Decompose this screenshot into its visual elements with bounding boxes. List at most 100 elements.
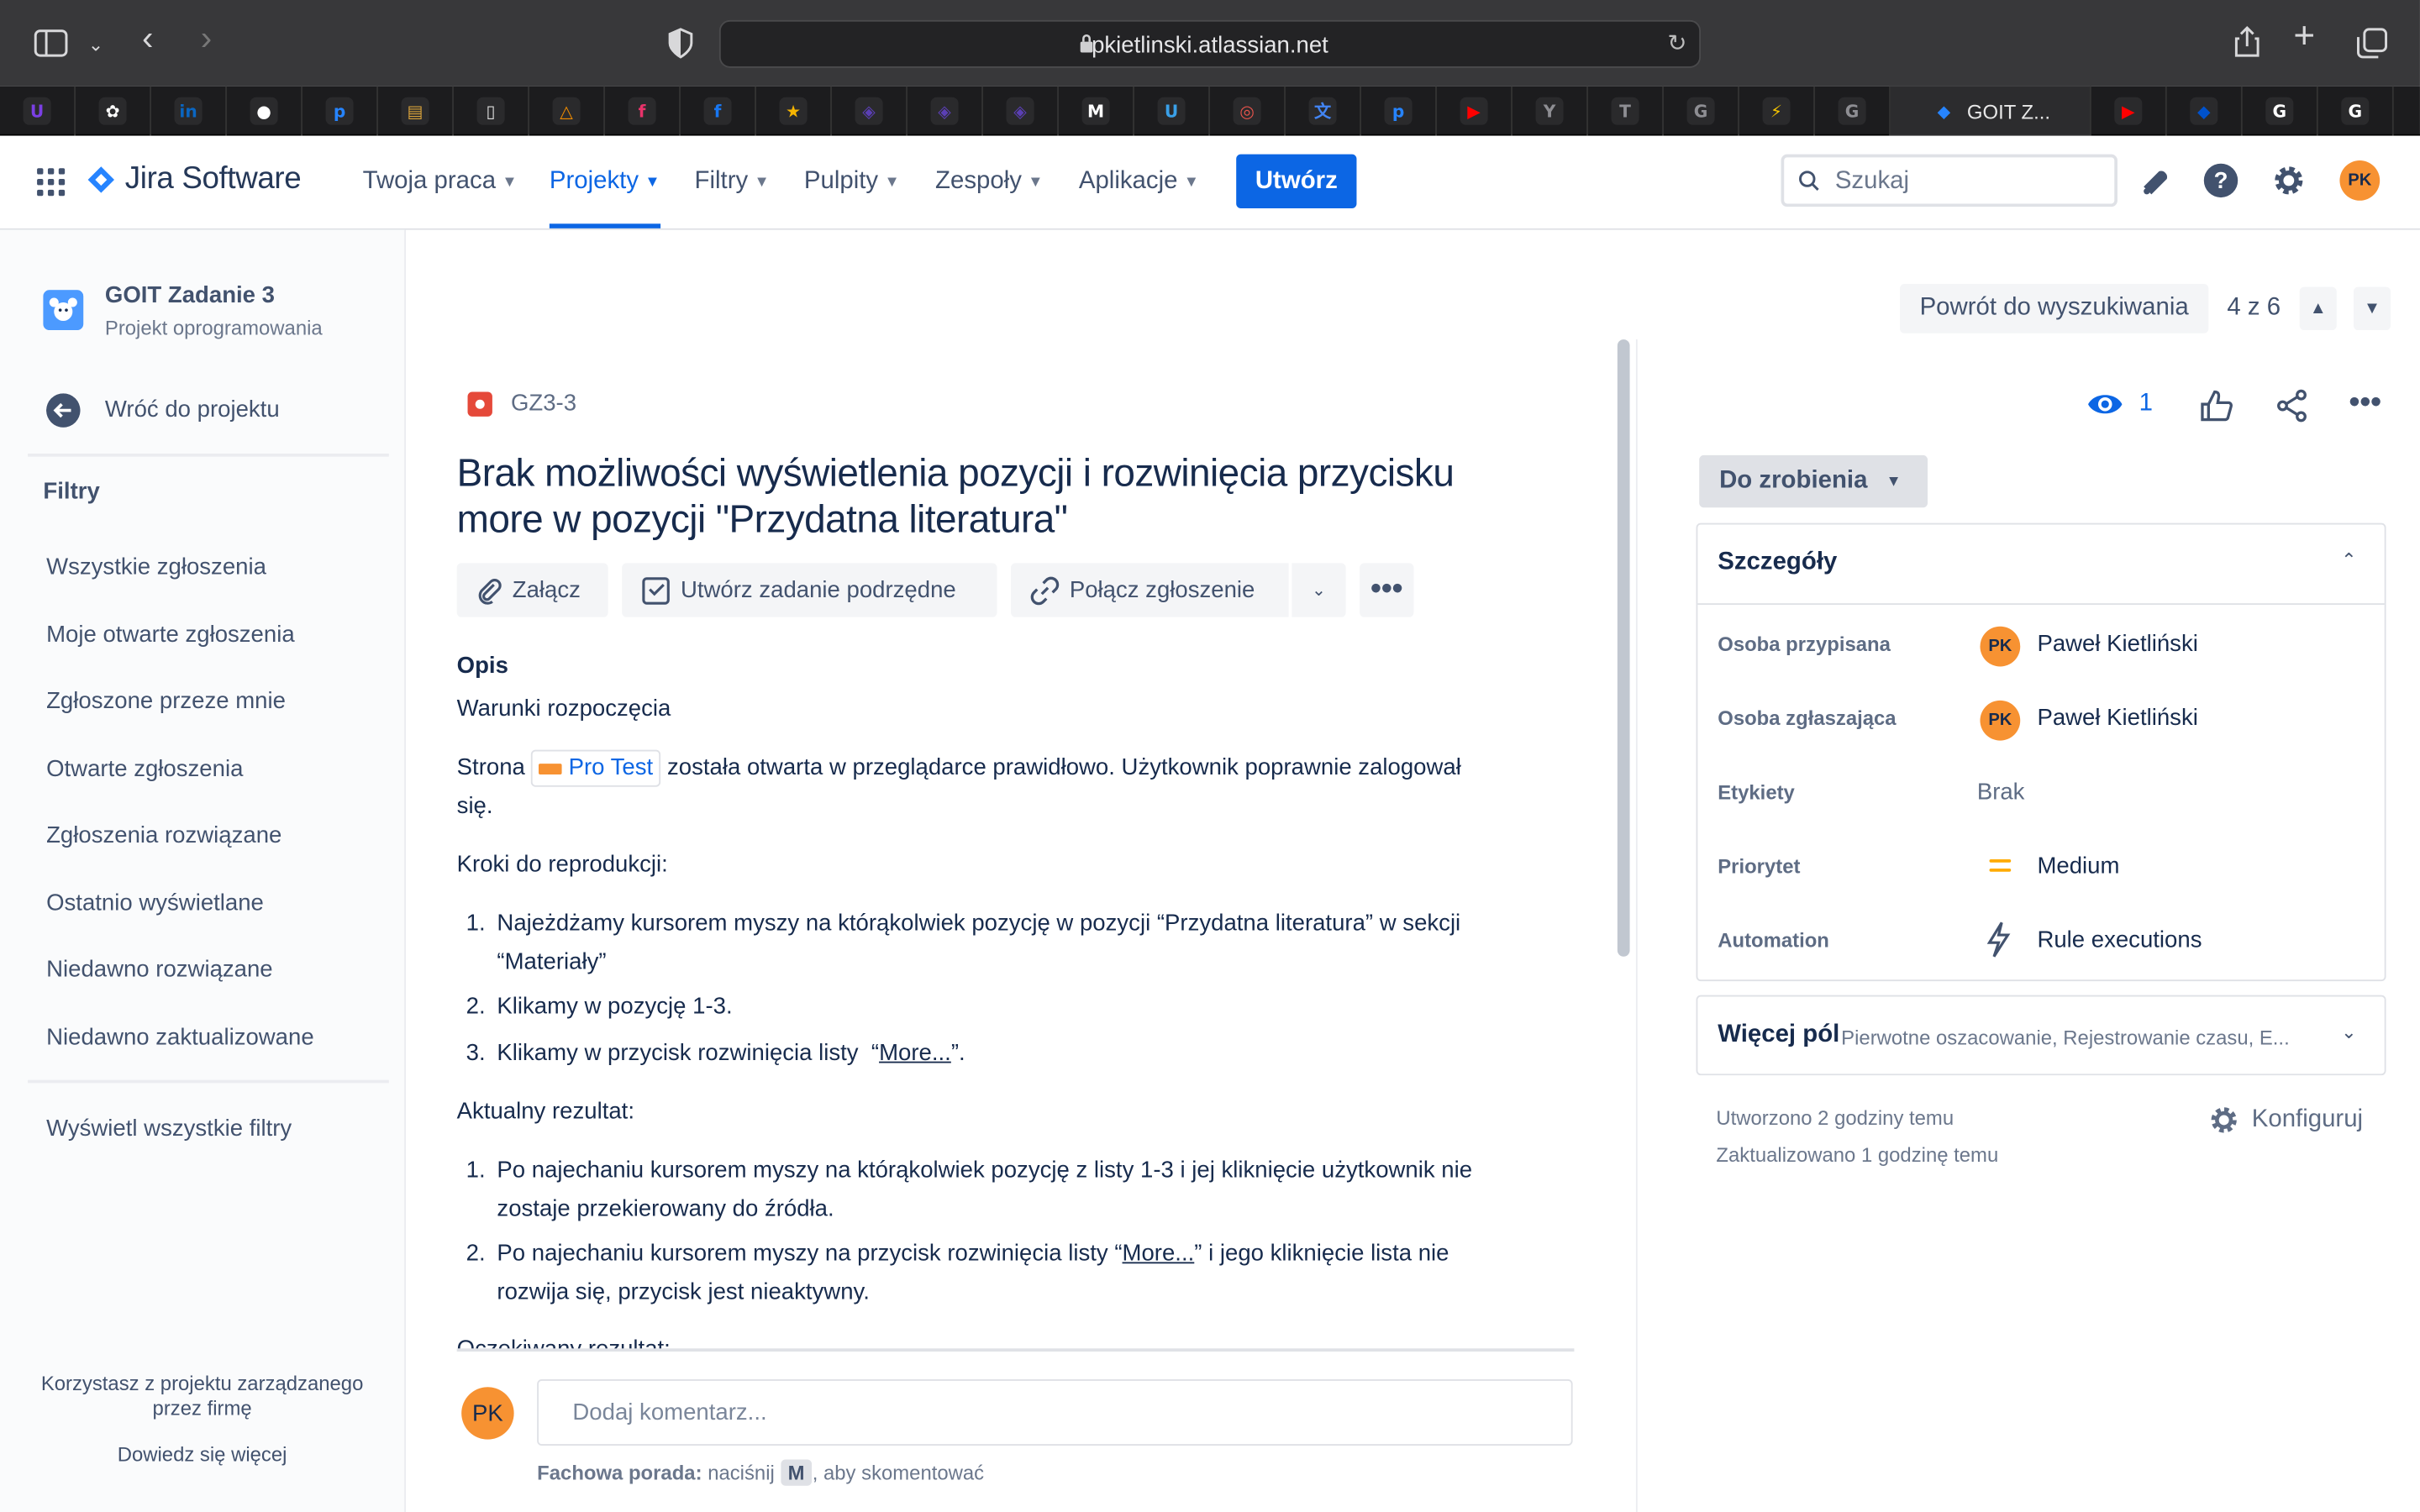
filter-recently-viewed[interactable]: Ostatnio wyświetlane — [46, 890, 264, 916]
priority-value[interactable]: Medium — [2037, 853, 2119, 879]
reporter-value[interactable]: Paweł Kietliński — [2037, 705, 2197, 731]
pinned-tab[interactable]: ✿ — [76, 86, 151, 136]
project-name[interactable]: GOIT Zadanie 3 — [105, 282, 275, 308]
p-icon: p — [1384, 97, 1413, 125]
filter-my-open-issues[interactable]: Moje otwarte zgłoszenia — [46, 622, 295, 648]
pinned-tab[interactable]: ◆ — [2167, 86, 2243, 136]
nav-dashboards[interactable]: Pulpity ▼ — [804, 136, 900, 228]
pinned-tab[interactable]: ▯ — [454, 86, 529, 136]
pinned-tab[interactable]: ● — [227, 86, 302, 136]
filter-all-issues[interactable]: Wszystkie zgłoszenia — [46, 554, 266, 580]
help-icon[interactable]: ? — [2202, 162, 2239, 199]
arrow-left-icon[interactable] — [46, 393, 81, 428]
pinned-tab[interactable]: ◈ — [983, 86, 1059, 136]
filter-open-issues[interactable]: Otwarte zgłoszenia — [46, 756, 243, 782]
pinned-tab[interactable]: G — [2243, 86, 2318, 136]
nav-your-work[interactable]: Twoja praca ▼ — [363, 136, 518, 228]
configure-button[interactable]: Konfiguruj — [2208, 1105, 2363, 1136]
settings-icon[interactable] — [2270, 162, 2307, 199]
more-link[interactable]: More... — [879, 1040, 951, 1066]
pinned-tab[interactable]: T — [1588, 86, 1664, 136]
pinned-tab[interactable]: G — [1664, 86, 1739, 136]
status-dropdown[interactable]: Do zrobienia ▼ — [1699, 454, 1928, 508]
view-all-filters-link[interactable]: Wyświetl wszystkie filtry — [46, 1116, 292, 1142]
g-icon: G — [1838, 97, 1866, 125]
pinned-tab[interactable]: ◈ — [908, 86, 983, 136]
next-issue-button[interactable]: ▼ — [2353, 286, 2391, 331]
previous-issue-button[interactable]: ▲ — [2299, 286, 2337, 331]
more-link[interactable]: More... — [1123, 1241, 1195, 1267]
pinned-tab[interactable]: p — [1361, 86, 1437, 136]
pinned-tab[interactable]: U — [1134, 86, 1210, 136]
details-header[interactable]: Szczegóły ⌃ — [1697, 524, 2385, 605]
pinned-tab[interactable]: in — [151, 86, 227, 136]
pinned-tab[interactable]: Y — [1512, 86, 1588, 136]
create-subtask-button[interactable]: Utwórz zadanie podrzędne — [622, 563, 997, 617]
pinned-tab[interactable]: ⚡ — [1739, 86, 1815, 136]
pinned-tab[interactable]: ◈ — [832, 86, 908, 136]
issue-title[interactable]: Brak możliwości wyświetlenia pozycji i r… — [457, 450, 1538, 543]
sidebar-toggle-icon[interactable] — [34, 29, 68, 57]
privacy-shield-icon[interactable] — [668, 28, 693, 59]
screen: ⌄ ‹ › pkietlinski.atlassian.net ↻ + U ✿ in… — [0, 0, 2420, 1512]
nav-filters[interactable]: Filtry ▼ — [695, 136, 770, 228]
reload-icon[interactable]: ↻ — [1667, 29, 1686, 57]
filter-resolved-issues[interactable]: Zgłoszenia rozwiązane — [46, 822, 281, 848]
pinned-tab[interactable]: M — [1059, 86, 1134, 136]
pinned-tab[interactable]: G — [1815, 86, 1891, 136]
filter-reported-by-me[interactable]: Zgłoszone przeze mnie — [46, 688, 286, 714]
issue-key[interactable]: GZ3-3 — [511, 391, 576, 417]
back-to-search-button[interactable]: Powrót do wyszukiwania — [1899, 283, 2209, 333]
pinned-tab[interactable]: f — [681, 86, 756, 136]
pinned-tab[interactable]: p — [302, 86, 378, 136]
chevron-down-icon[interactable]: ⌄ — [88, 31, 103, 59]
back-icon[interactable]: ‹ — [142, 21, 153, 55]
comment-input[interactable]: Dodaj komentarz... — [537, 1379, 1573, 1446]
pinned-tab[interactable]: △ — [529, 86, 605, 136]
thumbs-up-icon[interactable] — [2199, 389, 2233, 423]
filter-recently-updated[interactable]: Niedawno zaktualizowane — [46, 1025, 314, 1051]
assignee-value[interactable]: Paweł Kietliński — [2037, 631, 2197, 657]
address-bar[interactable]: pkietlinski.atlassian.net ↻ — [718, 19, 1702, 68]
pinned-tab[interactable]: ◎ — [1210, 86, 1286, 136]
share-icon[interactable] — [2275, 389, 2308, 423]
more-icon[interactable]: ••• — [2349, 386, 2381, 421]
learn-more-link[interactable]: Dowiedz się więcej — [0, 1442, 404, 1467]
link-issue-button[interactable]: Połącz zgłoszenie — [1011, 563, 1289, 617]
notifications-icon[interactable] — [2138, 162, 2175, 199]
attach-button[interactable]: Załącz — [456, 563, 608, 617]
pinned-tab[interactable]: 文 — [1286, 86, 1361, 136]
pinned-tab[interactable]: ▶ — [2091, 86, 2167, 136]
app-switcher-icon[interactable] — [37, 168, 66, 197]
tabs-overview-icon[interactable] — [2357, 28, 2388, 59]
filter-recently-resolved[interactable]: Niedawno rozwiązane — [46, 957, 273, 983]
watch-button[interactable]: 1 — [2086, 389, 2153, 420]
nav-teams[interactable]: Zespoły ▼ — [935, 136, 1043, 228]
scrollbar[interactable] — [1617, 339, 1630, 957]
pinned-tab[interactable]: ▤ — [378, 86, 454, 136]
link-dropdown-button[interactable]: ⌄ — [1292, 563, 1346, 617]
pinned-tab[interactable]: ★ — [756, 86, 832, 136]
labels-value[interactable]: Brak — [1977, 780, 2025, 806]
pinned-tab[interactable]: ▶ — [1437, 86, 1512, 136]
pro-test-link[interactable]: Pro Test — [531, 749, 661, 787]
back-to-project-link[interactable]: Wróć do projektu — [105, 396, 280, 423]
create-button[interactable]: Utwórz — [1236, 154, 1357, 208]
nav-projects[interactable]: Projekty ▼ — [549, 136, 660, 228]
jira-logo[interactable]: Jira Software — [87, 162, 302, 197]
nav-apps[interactable]: Aplikacje ▼ — [1079, 136, 1199, 228]
pinned-tab[interactable]: G — [2318, 86, 2394, 136]
pinned-tab[interactable]: U — [0, 86, 76, 136]
more-actions-button[interactable]: ••• — [1360, 563, 1414, 617]
more-fields-panel[interactable]: Więcej pól Pierwotne oszacowanie, Rejest… — [1696, 995, 2386, 1076]
forward-icon[interactable]: › — [201, 21, 212, 55]
tab-active[interactable]: ◆ GOIT Z... — [1890, 86, 2091, 136]
bug-type-icon[interactable] — [467, 391, 492, 417]
new-tab-icon[interactable]: + — [2293, 18, 2315, 55]
automation-value[interactable]: Rule executions — [2037, 927, 2202, 953]
updated-timestamp: Zaktualizowano 1 godzinę temu — [1716, 1142, 1999, 1167]
search-input[interactable]: Szukaj — [1781, 154, 2118, 207]
share-icon[interactable] — [2233, 24, 2261, 58]
avatar[interactable]: PK — [2339, 160, 2381, 201]
pinned-tab[interactable]: f — [605, 86, 681, 136]
